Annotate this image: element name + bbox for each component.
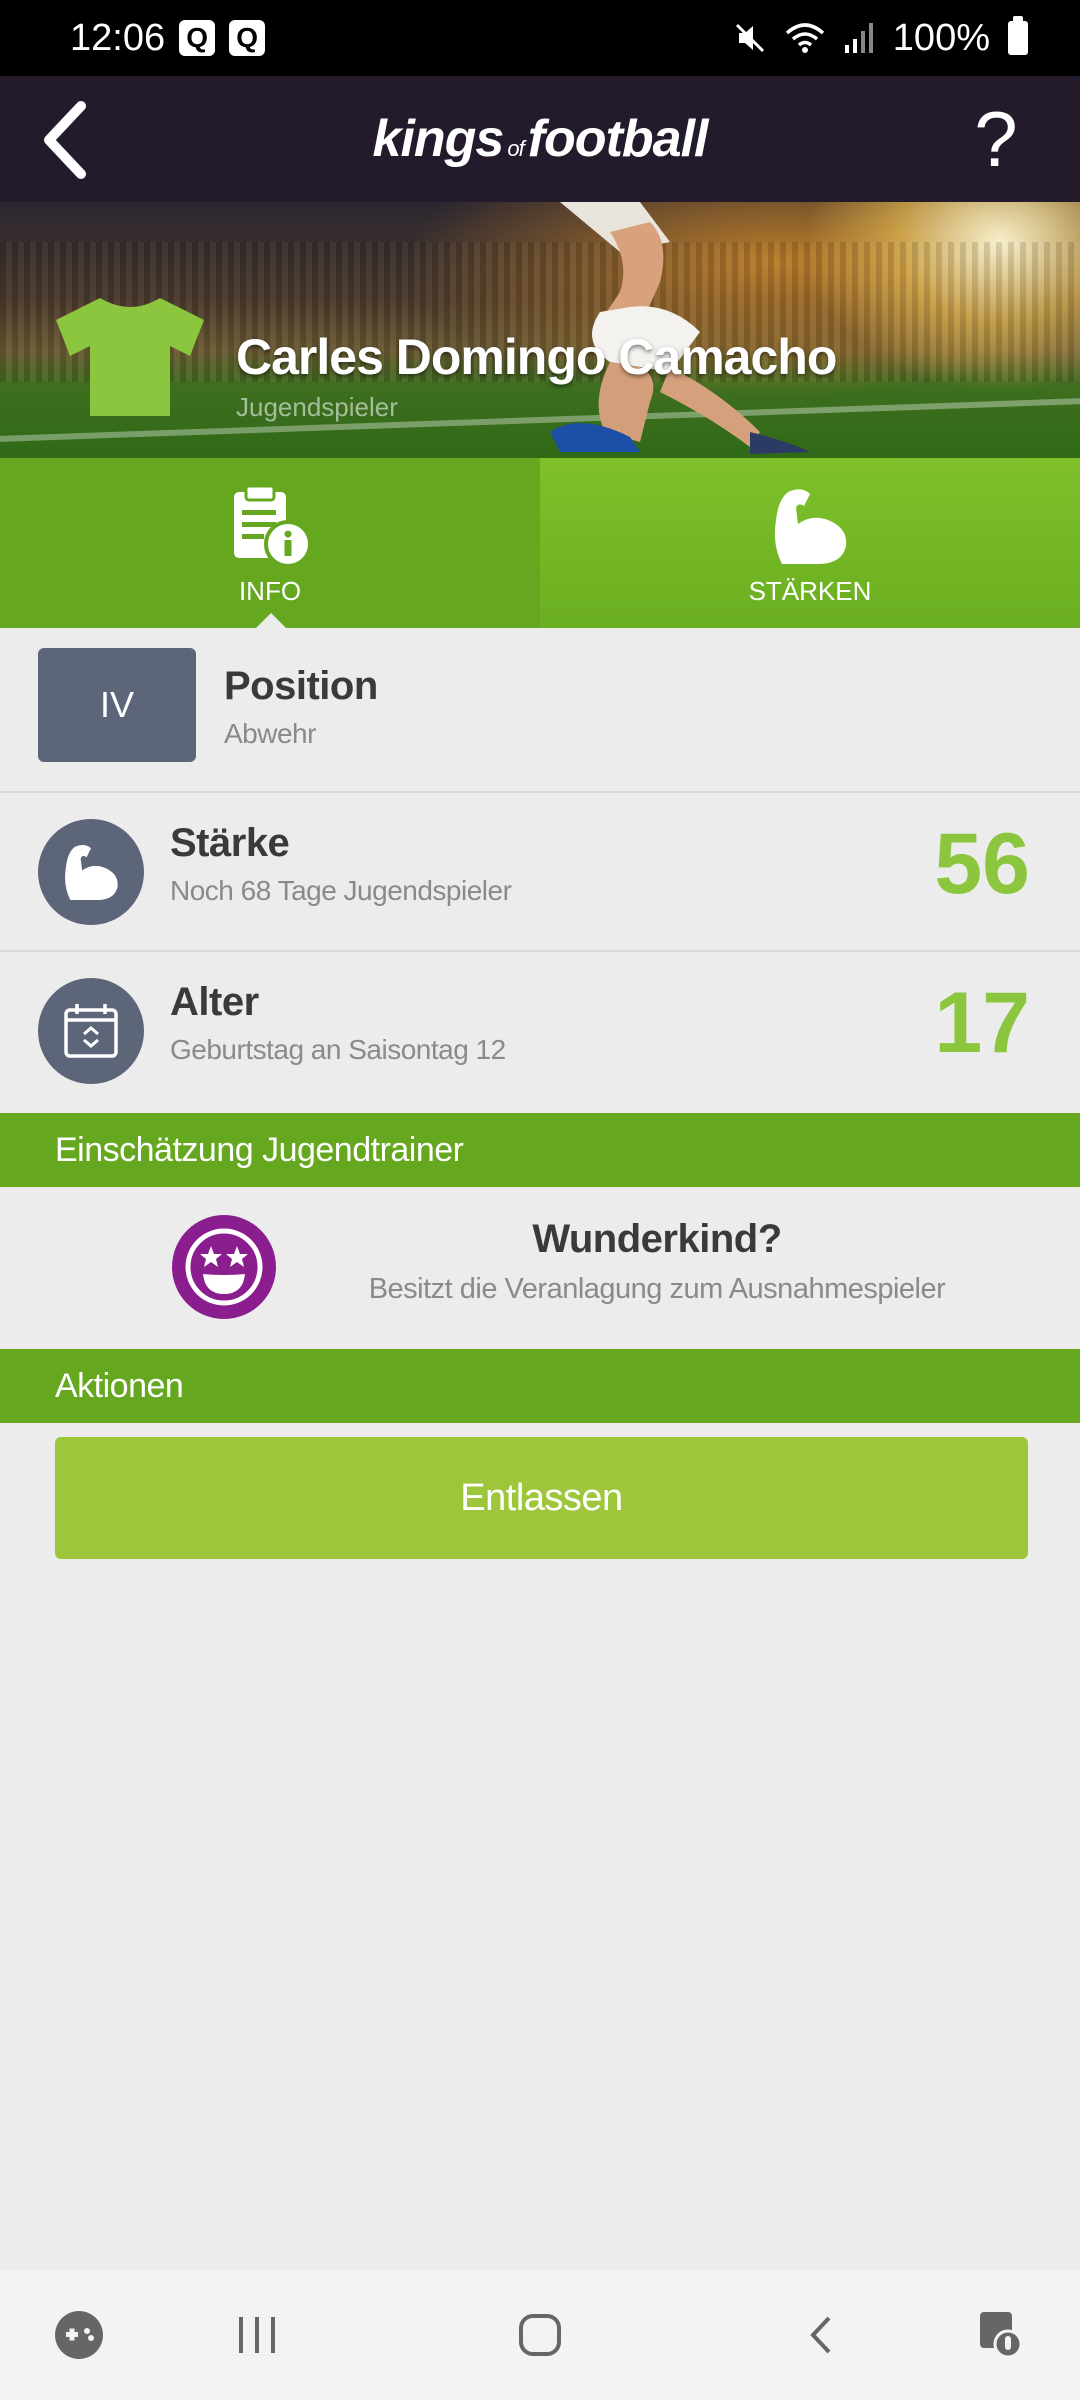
game-launcher-icon xyxy=(55,2311,103,2359)
signal-icon xyxy=(843,21,875,55)
position-value: Abwehr xyxy=(224,718,316,749)
bicep-icon xyxy=(38,819,144,925)
position-row: IV Position Abwehr xyxy=(0,628,1080,793)
recent-apps-button[interactable] xyxy=(222,2270,292,2400)
notification-badge: Q xyxy=(229,20,266,56)
status-bar: 12:06 Q Q 100% xyxy=(0,0,1080,76)
clock: 12:06 xyxy=(70,16,166,59)
age-row: Alter Geburtstag an Saisontag 12 17 xyxy=(0,952,1080,1112)
wifi-icon xyxy=(785,21,825,55)
chevron-left-icon xyxy=(44,101,86,179)
player-name: Carles Domingo Camacho xyxy=(236,329,837,385)
app-header: kings offootball ? xyxy=(0,76,1080,202)
mute-icon xyxy=(733,21,767,55)
logo-kings: kings xyxy=(372,110,505,168)
bicep-icon xyxy=(768,482,852,570)
dismiss-player-button[interactable]: Entlassen xyxy=(55,1437,1028,1559)
home-icon xyxy=(519,2314,561,2356)
status-left: 12:06 Q Q xyxy=(70,16,266,60)
position-badge: IV xyxy=(38,648,196,762)
recent-apps-icon xyxy=(239,2317,275,2353)
logo-football: football xyxy=(527,110,709,168)
coach-assessment-header: Einschätzung Jugendtrainer xyxy=(0,1113,1080,1187)
assessment-description: Besitzt die Veranlagung zum Ausnahmespie… xyxy=(368,1273,946,1305)
notification-badge: Q xyxy=(179,20,216,56)
info-document-icon xyxy=(228,482,312,570)
tab-info-label: INFO xyxy=(238,576,302,606)
strength-title: Stärke xyxy=(170,821,290,865)
coach-assessment: Wunderkind? Besitzt die Veranlagung zum … xyxy=(0,1187,1080,1349)
calendar-icon xyxy=(38,978,144,1084)
help-button[interactable]: ? xyxy=(966,95,1026,183)
age-subtitle: Geburtstag an Saisontag 12 xyxy=(170,1034,506,1065)
screen: 12:06 Q Q 100% kings offootball ? Carles… xyxy=(0,0,1080,2400)
age-title: Alter xyxy=(170,980,259,1024)
back-button[interactable] xyxy=(34,100,94,180)
battery-icon xyxy=(1008,16,1028,55)
tab-staerken[interactable]: STÄRKEN xyxy=(540,458,1080,628)
screen-assist-icon xyxy=(980,2312,1023,2359)
tab-bar: INFO STÄRKEN xyxy=(0,458,1080,629)
game-launcher-button[interactable] xyxy=(44,2270,114,2400)
status-right: 100% xyxy=(733,16,1028,60)
nav-back-button[interactable] xyxy=(786,2270,856,2400)
tab-info[interactable]: INFO xyxy=(0,458,540,629)
actions-header: Aktionen xyxy=(0,1349,1080,1423)
assessment-title: Wunderkind? xyxy=(532,1217,782,1261)
battery-percent: 100% xyxy=(892,16,990,59)
app-logo: kings offootball xyxy=(372,109,709,169)
position-title: Position xyxy=(224,664,378,708)
back-icon xyxy=(810,2316,831,2354)
home-button[interactable] xyxy=(502,2270,578,2400)
tab-staerken-label: STÄRKEN xyxy=(748,576,872,606)
player-hero-banner: Carles Domingo Camacho Jugendspieler xyxy=(0,202,1080,458)
strength-value: 56 xyxy=(934,816,1030,912)
age-value: 17 xyxy=(934,975,1030,1071)
strength-row: Stärke Noch 68 Tage Jugendspieler 56 xyxy=(0,793,1080,952)
jersey-icon xyxy=(56,298,204,416)
screen-assist-button[interactable] xyxy=(966,2270,1036,2400)
strength-subtitle: Noch 68 Tage Jugendspieler xyxy=(170,875,512,906)
system-nav-bar xyxy=(0,2270,1080,2400)
active-tab-pointer xyxy=(255,613,287,629)
player-type: Jugendspieler xyxy=(236,392,398,422)
logo-of: of xyxy=(507,136,524,161)
